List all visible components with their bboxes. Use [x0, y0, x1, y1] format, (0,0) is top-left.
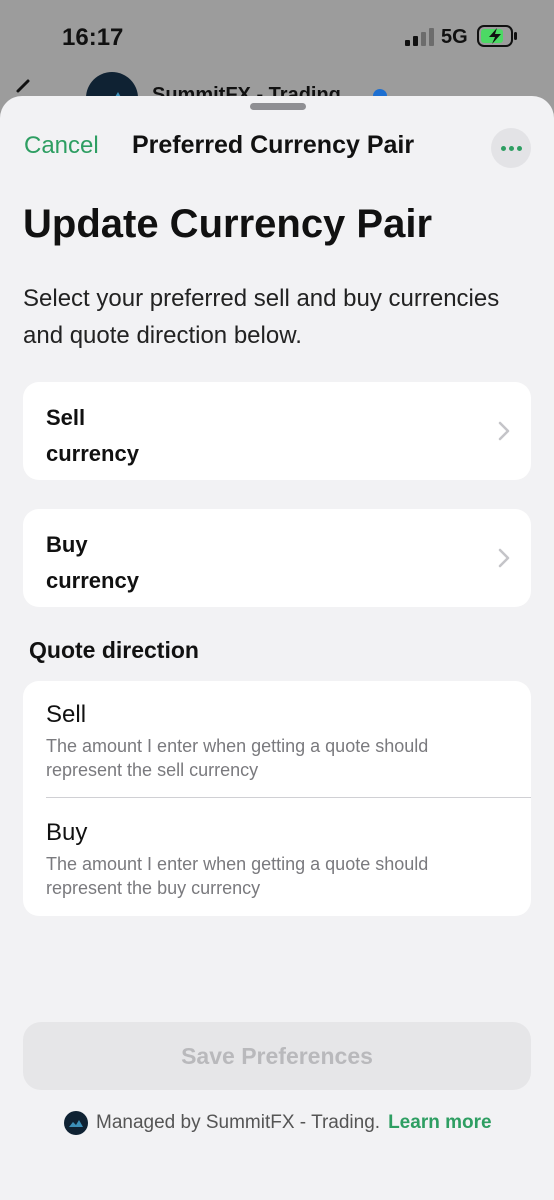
- ellipsis-icon: [508, 145, 514, 151]
- buy-currency-label: Buy currency: [46, 527, 246, 599]
- ellipsis-icon: [516, 145, 522, 151]
- managed-by-footer: Managed by SummitFX - Trading. Learn mor…: [64, 1110, 492, 1136]
- status-time: 16:17: [62, 24, 124, 51]
- ellipsis-icon: [500, 145, 506, 151]
- more-options-button[interactable]: [491, 128, 531, 168]
- quote-option-description: The amount I enter when getting a quote …: [46, 736, 429, 780]
- chevron-right-icon: [498, 548, 510, 568]
- quote-option-title: Buy: [46, 819, 88, 846]
- cancel-button[interactable]: Cancel: [24, 132, 99, 160]
- page-description: Select your preferred sell and buy curre…: [23, 285, 500, 349]
- sell-currency-label: Sell currency: [46, 400, 246, 472]
- learn-more-link[interactable]: Learn more: [388, 1112, 491, 1134]
- sell-currency-label-line1: Sell: [46, 405, 86, 430]
- status-bar: 16:17 5G: [0, 0, 554, 72]
- chevron-right-icon: [498, 421, 510, 441]
- quote-option-sell[interactable]: Sell The amount I enter when getting a q…: [23, 681, 531, 798]
- sell-currency-selector[interactable]: Sell currency: [23, 382, 531, 480]
- signal-icon: [405, 28, 434, 46]
- quote-direction-options: Sell The amount I enter when getting a q…: [23, 681, 531, 916]
- preferences-sheet: Cancel Preferred Currency Pair Update Cu…: [0, 96, 554, 1200]
- buy-currency-label-line1: Buy: [46, 532, 88, 557]
- page-heading: Update Currency Pair: [23, 202, 433, 246]
- brand-logo-icon: [64, 1111, 88, 1135]
- quote-option-buy[interactable]: Buy The amount I enter when getting a qu…: [23, 799, 531, 916]
- quote-option-description: The amount I enter when getting a quote …: [46, 854, 429, 898]
- buy-currency-selector[interactable]: Buy currency: [23, 509, 531, 607]
- network-label: 5G: [441, 26, 468, 48]
- battery-charging-icon: [477, 25, 517, 47]
- buy-currency-label-line2: currency: [46, 568, 139, 593]
- divider: [46, 797, 531, 798]
- quote-option-title: Sell: [46, 701, 87, 728]
- save-preferences-button[interactable]: Save Preferences: [23, 1022, 531, 1090]
- mountain-logo-icon: [69, 1120, 83, 1127]
- sell-currency-label-line2: currency: [46, 441, 139, 466]
- quote-direction-label: Quote direction: [29, 637, 199, 663]
- sheet-title: Preferred Currency Pair: [132, 131, 415, 159]
- managed-by-text: Managed by SummitFX - Trading.: [96, 1112, 381, 1133]
- sheet-grabber[interactable]: [250, 103, 306, 110]
